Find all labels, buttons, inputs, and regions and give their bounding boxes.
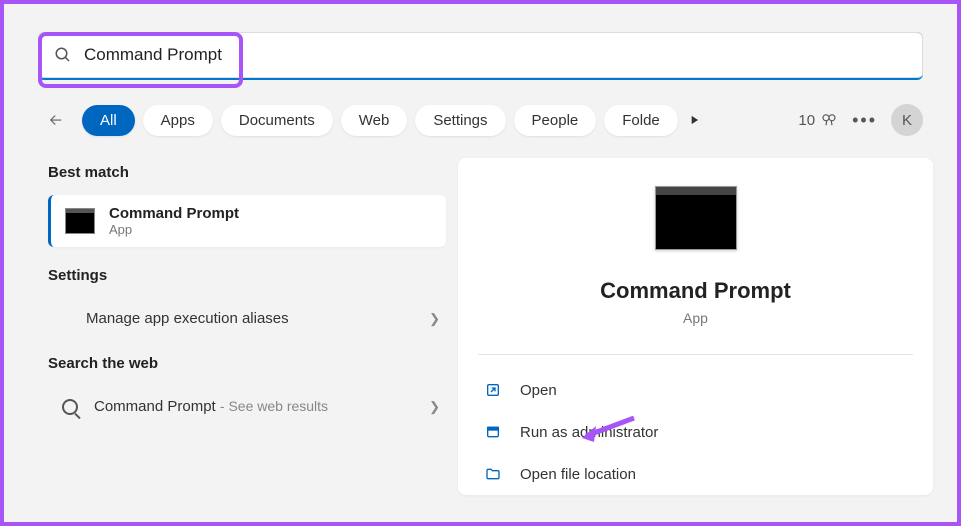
search-bar[interactable] <box>38 32 923 80</box>
action-open-location[interactable]: Open file location <box>478 453 913 495</box>
results-column: Best match Command Prompt App Settings M… <box>48 158 446 495</box>
tab-apps[interactable]: Apps <box>143 105 213 136</box>
header-right: 10 ••• K <box>798 104 923 136</box>
tab-web[interactable]: Web <box>341 105 408 136</box>
folder-icon <box>484 465 502 483</box>
main-content: Best match Command Prompt App Settings M… <box>4 138 957 495</box>
back-button[interactable] <box>38 102 74 138</box>
cmd-prompt-icon <box>65 208 95 234</box>
web-result-item[interactable]: Command Prompt - See web results ❯ <box>48 386 446 427</box>
web-heading: Search the web <box>48 355 446 372</box>
tab-all[interactable]: All <box>82 105 135 136</box>
search-input[interactable] <box>84 45 907 65</box>
web-item-subtitle: - See web results <box>220 398 328 414</box>
action-open[interactable]: Open <box>478 369 913 411</box>
tab-folders[interactable]: Folde <box>604 105 678 136</box>
web-item-title: Command Prompt <box>94 398 216 415</box>
user-avatar[interactable]: K <box>891 104 923 136</box>
action-label: Open file location <box>520 466 636 483</box>
open-icon <box>484 381 502 399</box>
action-label: Run as administrator <box>520 424 658 441</box>
shield-icon <box>484 423 502 441</box>
settings-heading: Settings <box>48 267 446 284</box>
tab-documents[interactable]: Documents <box>221 105 333 136</box>
action-label: Open <box>520 382 557 399</box>
preview-title: Command Prompt <box>600 278 791 304</box>
action-run-admin[interactable]: Run as administrator <box>478 411 913 453</box>
divider <box>478 354 913 355</box>
preview-subtitle: App <box>683 310 708 326</box>
rewards-indicator[interactable]: 10 <box>798 111 838 129</box>
best-match-title: Command Prompt <box>109 205 239 222</box>
tabs-overflow-button[interactable] <box>682 108 706 132</box>
rewards-icon <box>820 111 838 129</box>
search-icon <box>54 46 72 64</box>
best-match-result[interactable]: Command Prompt App <box>48 195 446 247</box>
settings-result-item[interactable]: Manage app execution aliases ❯ <box>48 298 446 339</box>
search-icon <box>62 399 78 415</box>
chevron-right-icon: ❯ <box>429 399 440 415</box>
tab-people[interactable]: People <box>514 105 597 136</box>
web-item-text: Command Prompt - See web results <box>94 398 328 415</box>
best-match-text: Command Prompt App <box>109 205 239 237</box>
cmd-prompt-icon <box>655 186 737 250</box>
preview-actions: Open Run as administrator Open file loca… <box>478 369 913 495</box>
tab-settings[interactable]: Settings <box>415 105 505 136</box>
filter-tabs-row: All Apps Documents Web Settings People F… <box>4 94 957 138</box>
more-options-button[interactable]: ••• <box>852 110 877 131</box>
best-match-subtitle: App <box>109 222 239 237</box>
chevron-right-icon: ❯ <box>429 311 440 327</box>
settings-item-label: Manage app execution aliases <box>86 310 289 327</box>
web-item-left: Command Prompt - See web results <box>62 398 328 415</box>
search-bar-container <box>4 4 957 94</box>
best-match-heading: Best match <box>48 164 446 181</box>
preview-pane: Command Prompt App Open Run as administr… <box>458 158 933 495</box>
rewards-count: 10 <box>798 112 815 129</box>
